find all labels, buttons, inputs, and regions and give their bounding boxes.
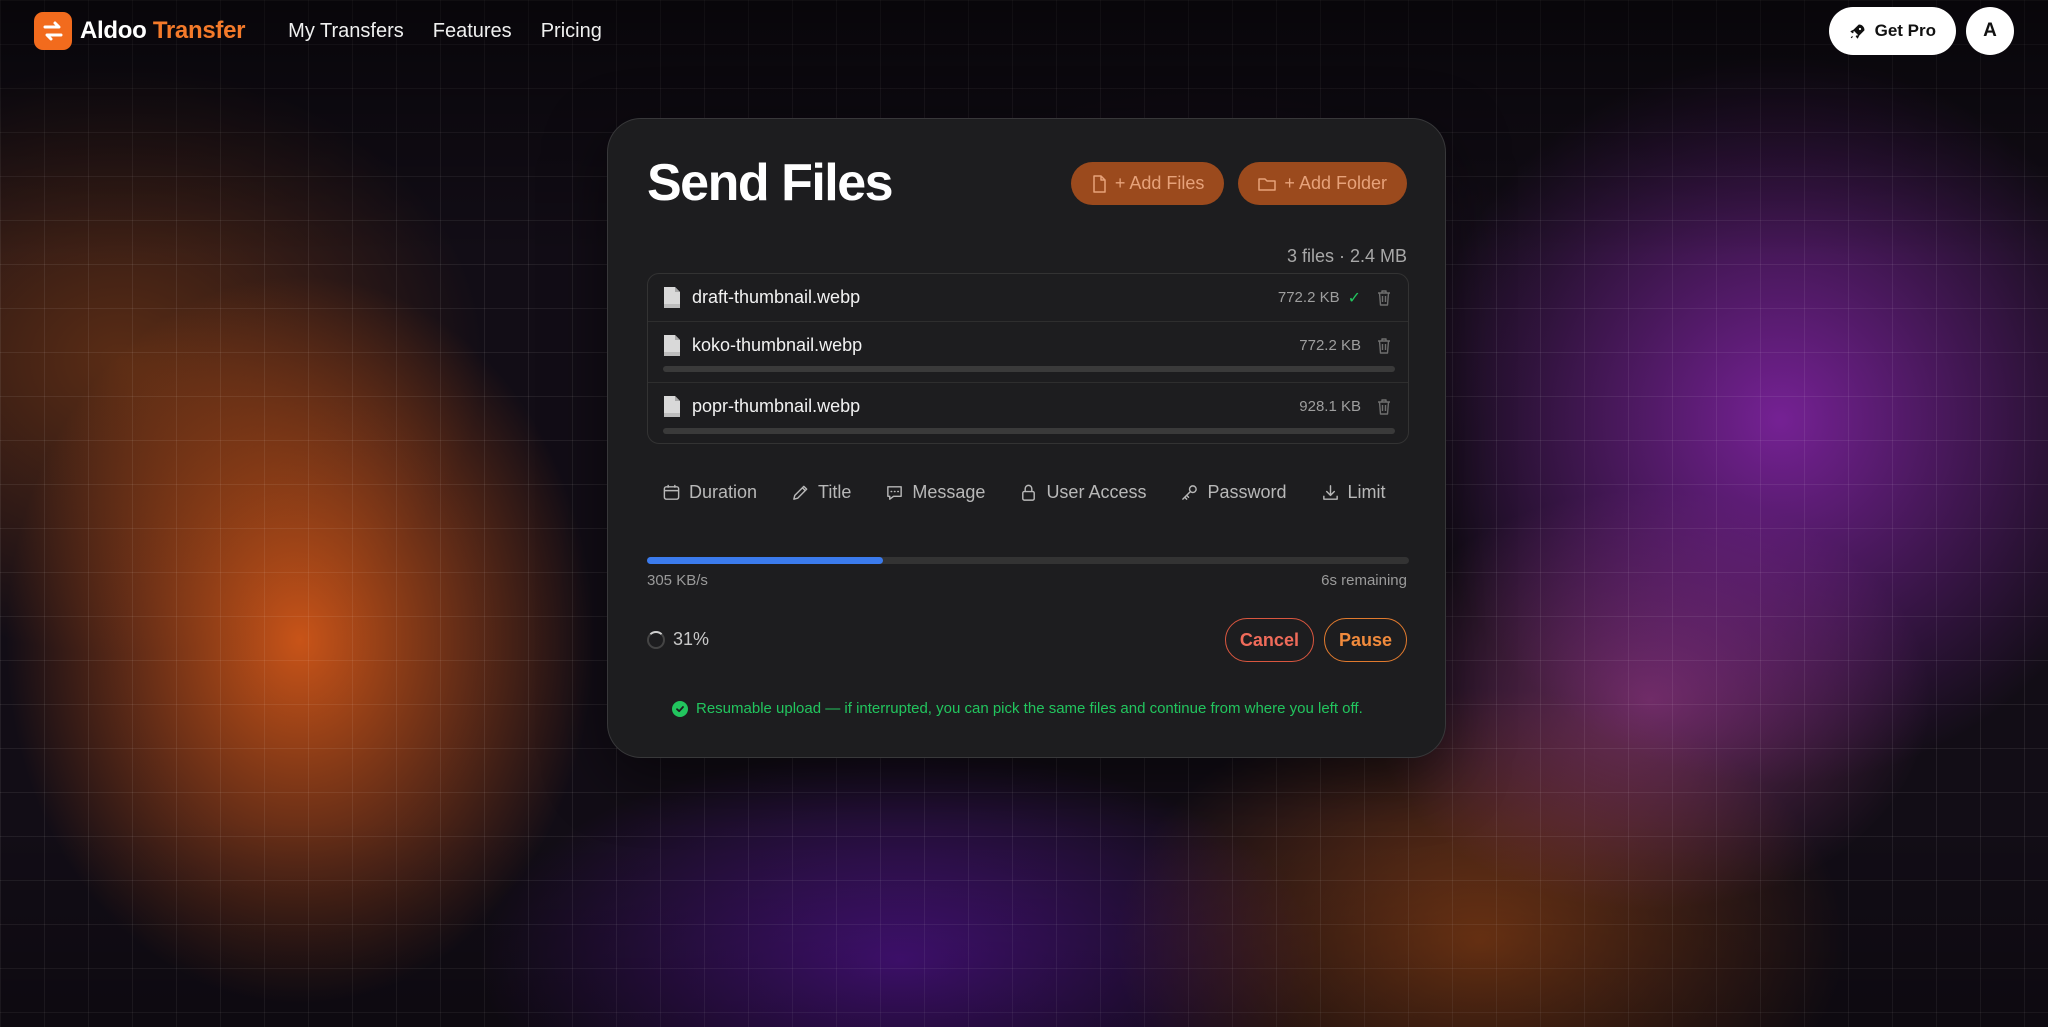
transfer-options: Duration Title Message User Access Passw…	[662, 482, 1386, 503]
add-files-button[interactable]: + Add Files	[1070, 162, 1225, 205]
lock-icon	[1022, 484, 1036, 501]
document-icon	[664, 287, 680, 308]
upload-percent: 31%	[647, 629, 709, 650]
resumable-notice-text: Resumable upload — if interrupted, you c…	[696, 700, 1363, 717]
get-pro-button[interactable]: Get Pro	[1828, 7, 1956, 55]
upload-progress-fill	[647, 557, 884, 564]
time-remaining: 6s remaining	[1321, 572, 1407, 589]
add-buttons: + Add Files + Add Folder	[1070, 162, 1407, 205]
download-icon	[1322, 485, 1338, 500]
nav-pricing[interactable]: Pricing	[541, 20, 602, 43]
add-files-label: + Add Files	[1114, 173, 1205, 193]
option-password[interactable]: Password	[1180, 482, 1287, 503]
file-progress-bar	[663, 366, 1395, 372]
calendar-icon	[663, 484, 680, 500]
option-limit[interactable]: Limit	[1321, 482, 1386, 503]
file-size: 772.2 KB	[1277, 289, 1340, 306]
option-title[interactable]: Title	[791, 482, 851, 503]
check-circle-icon	[672, 700, 688, 717]
file-icon	[1093, 174, 1106, 193]
upload-progress-bar	[647, 557, 1409, 564]
top-bar: Aldoo Transfer My Transfers Features Pri…	[0, 0, 2048, 62]
option-user-access-label: User Access	[1046, 482, 1147, 502]
option-duration[interactable]: Duration	[662, 482, 757, 503]
folder-icon	[1258, 177, 1277, 191]
pencil-icon	[793, 485, 808, 500]
file-row: draft-thumbnail.webp 772.2 KB ✓	[648, 274, 1408, 322]
file-progress-bar	[663, 428, 1395, 434]
percent-label: 31%	[673, 629, 710, 649]
page-title: Send Files	[647, 154, 894, 212]
add-folder-button[interactable]: + Add Folder	[1238, 162, 1407, 205]
get-pro-label: Get Pro	[1874, 21, 1936, 40]
upload-speed: 305 KB/s	[647, 572, 708, 589]
rocket-icon	[1850, 24, 1865, 38]
file-name: draft-thumbnail.webp	[692, 287, 861, 307]
document-icon	[664, 335, 680, 356]
pause-button[interactable]: Pause	[1323, 618, 1407, 662]
cancel-button[interactable]: Cancel	[1224, 618, 1314, 662]
resumable-notice: Resumable upload — if interrupted, you c…	[672, 700, 1363, 717]
upload-actions: Cancel Pause	[1224, 618, 1407, 662]
document-icon	[664, 396, 680, 417]
trash-icon[interactable]	[1375, 337, 1393, 355]
main-nav: My Transfers Features Pricing	[288, 20, 602, 43]
option-user-access[interactable]: User Access	[1019, 482, 1146, 503]
trash-icon[interactable]	[1375, 289, 1393, 307]
file-row: koko-thumbnail.webp 772.2 KB	[648, 322, 1408, 383]
transfer-arrows-icon	[34, 12, 72, 50]
option-message-label: Message	[912, 482, 986, 502]
option-message[interactable]: Message	[885, 482, 985, 503]
option-limit-label: Limit	[1347, 482, 1386, 502]
nav-my-transfers[interactable]: My Transfers	[288, 20, 404, 43]
key-icon	[1182, 485, 1198, 500]
nav-features[interactable]: Features	[433, 20, 512, 43]
file-list: draft-thumbnail.webp 772.2 KB ✓ koko-thu…	[647, 273, 1409, 444]
file-size: 772.2 KB	[1299, 337, 1361, 354]
logo-text: Aldoo Transfer	[80, 17, 245, 45]
file-row: popr-thumbnail.webp 928.1 KB	[648, 383, 1408, 443]
file-size: 928.1 KB	[1299, 398, 1361, 415]
option-password-label: Password	[1207, 482, 1287, 502]
upload-complete-check: ✓	[1347, 289, 1361, 307]
file-summary: 3 files · 2.4 MB	[1286, 246, 1407, 266]
file-name: popr-thumbnail.webp	[692, 396, 861, 416]
trash-icon[interactable]	[1375, 398, 1393, 416]
option-title-label: Title	[818, 482, 852, 502]
avatar[interactable]: A	[1966, 7, 2014, 55]
chat-bubble-icon	[887, 486, 903, 500]
add-folder-label: + Add Folder	[1284, 173, 1387, 193]
logo-text-part2: Transfer	[152, 17, 246, 44]
logo[interactable]: Aldoo Transfer	[34, 12, 245, 50]
spinner-icon	[647, 630, 665, 649]
header-actions: Get Pro A	[1828, 7, 2014, 55]
file-name: koko-thumbnail.webp	[692, 335, 863, 355]
send-files-card: Send Files + Add Files + Add Folder 3 fi…	[607, 118, 1446, 758]
option-duration-label: Duration	[689, 482, 758, 502]
logo-text-part1: Aldoo	[80, 17, 147, 44]
